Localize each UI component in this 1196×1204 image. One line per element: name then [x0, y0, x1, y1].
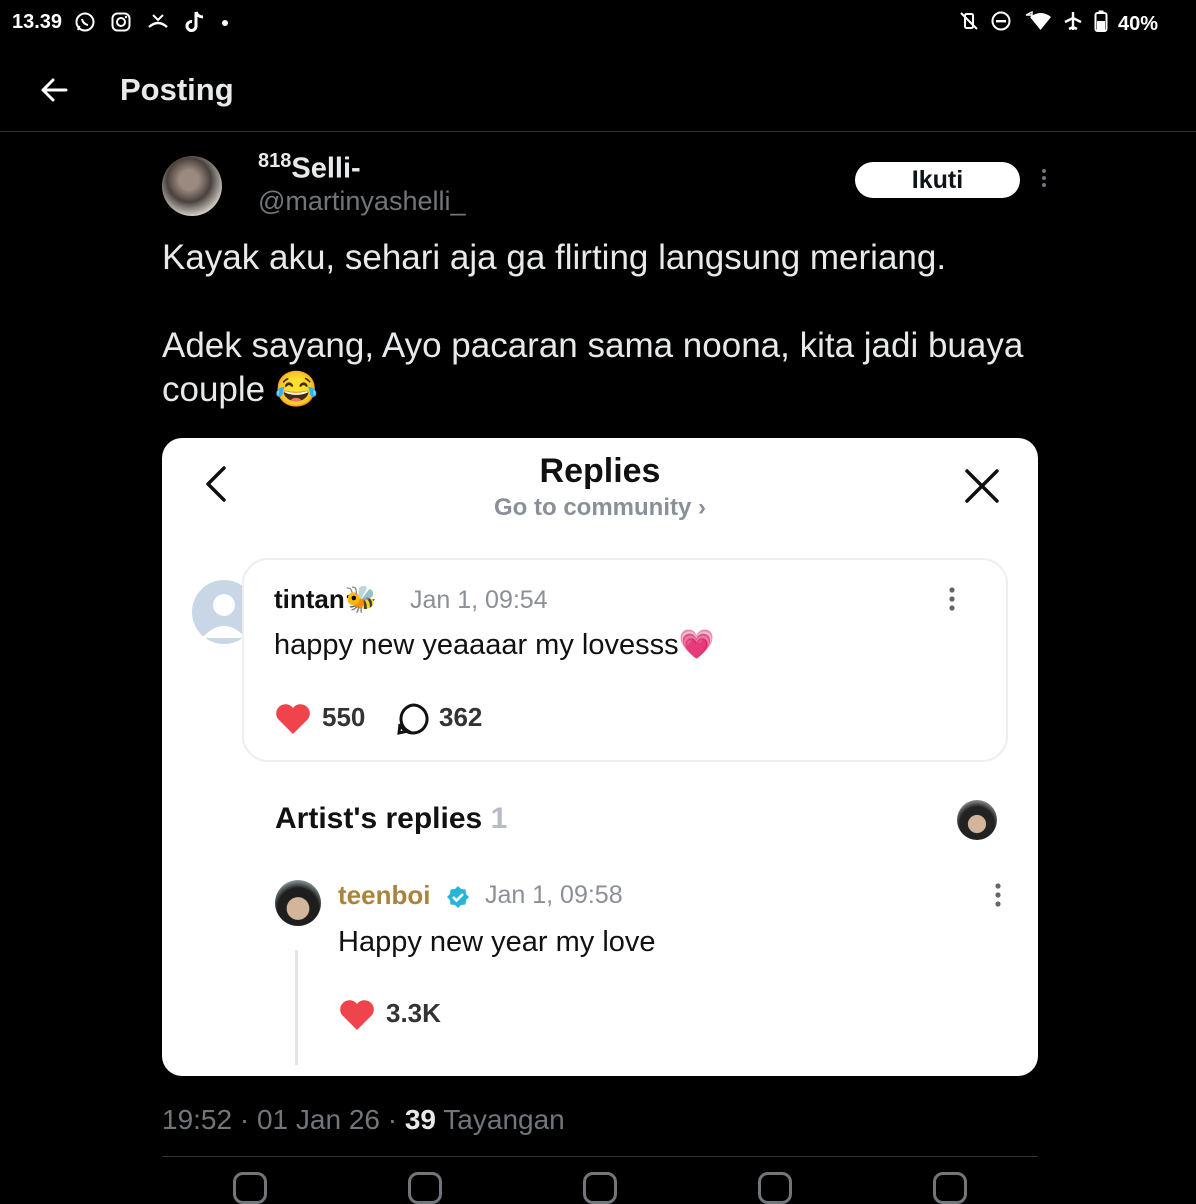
share-action-icon[interactable] [933, 1172, 968, 1204]
more-options-button[interactable] [1032, 166, 1056, 194]
author-display-name: Selli- [291, 152, 361, 185]
tiktok-icon [184, 10, 206, 40]
bookmark-action-icon[interactable] [758, 1172, 793, 1204]
top-app-bar: Posting [0, 46, 1196, 132]
post-text-line-2: Adek sayang, Ayo pacaran sama noona, kit… [162, 326, 1024, 409]
artist-mini-avatar [957, 800, 997, 840]
back-button[interactable] [36, 72, 72, 108]
artist-replies-heading: Artist's replies 1 [275, 802, 507, 836]
reply-text: happy new yeaaaar my lovesss💗 [274, 629, 715, 661]
artist-username: teenboi [338, 880, 431, 910]
artist-replies-count: 1 [490, 802, 508, 835]
notification-icons [74, 10, 230, 40]
reply-username: tintan🐝 [274, 584, 378, 614]
artist-reply-timestamp: Jan 1, 09:58 [485, 881, 623, 909]
whatsapp-icon [74, 11, 96, 39]
card-title: Replies [539, 452, 661, 490]
instagram-icon [110, 11, 132, 39]
view-label[interactable]: Tayangan [443, 1104, 564, 1135]
reply-timestamp: Jan 1, 09:54 [410, 586, 548, 614]
post-time: 19:52 [162, 1104, 233, 1135]
view-count: 39 [404, 1104, 437, 1135]
attached-image[interactable]: Replies Go to community › tintan🐝 Jan 1,… [162, 438, 1038, 1076]
repost-action-icon[interactable] [407, 1172, 442, 1204]
clock: 13.39 [12, 11, 63, 33]
author-handle[interactable]: @martinyashelli_ [258, 186, 465, 217]
follow-button[interactable]: Ikuti [855, 162, 1020, 198]
comment-bubble-icon [397, 703, 429, 735]
battery-level: 40% [1117, 13, 1158, 35]
go-to-community-link: Go to community › [494, 494, 706, 521]
like-action-icon[interactable] [582, 1172, 617, 1204]
heart-icon [340, 1000, 374, 1030]
post-metadata: 19:52 · 01 Jan 26 · 39 Tayangan [162, 1104, 565, 1135]
divider [162, 1156, 1038, 1157]
artist-reply-more-icon [994, 882, 1002, 915]
mute-vibrate-icon [958, 10, 980, 38]
close-icon [965, 469, 999, 503]
fan-reply: tintan🐝 Jan 1, 09:54 happy new yeaaaar m… [242, 558, 1008, 762]
wifi-icon [1022, 10, 1052, 38]
page-title: Posting [120, 72, 234, 107]
reply-more-icon [948, 586, 956, 612]
action-bar [162, 1172, 1038, 1204]
post-text: Kayak aku, sehari aja ga flirting langsu… [162, 236, 1042, 412]
heart-icon [276, 704, 310, 734]
more-vertical-icon [1042, 169, 1046, 187]
artist-reply-like-count: 3.3K [386, 998, 441, 1028]
battery-icon [1094, 10, 1108, 38]
artist-replies-label: Artist's replies [275, 802, 483, 835]
thread-line [295, 950, 298, 1065]
reply-action-icon[interactable] [232, 1172, 267, 1204]
status-bar: 13.39 40% [0, 0, 1196, 46]
post-text-line-1: Kayak aku, sehari aja ga flirting langsu… [162, 238, 947, 277]
airplane-icon [1062, 10, 1084, 38]
reply-like-count: 550 [322, 702, 366, 732]
artist-avatar [275, 880, 321, 926]
verified-badge-icon [447, 886, 469, 908]
system-icons: 40% [958, 10, 1158, 38]
missed-call-icon [146, 11, 170, 39]
author-name[interactable]: 818Selli- [258, 150, 361, 186]
arrow-left-icon [41, 78, 68, 102]
author-avatar[interactable] [162, 156, 222, 216]
artist-reply-text: Happy new year my love [338, 926, 656, 958]
dot-icon [220, 11, 230, 39]
author-name-prefix: 818 [258, 150, 292, 172]
reply-comment-count: 362 [439, 702, 483, 732]
do-not-disturb-icon [990, 10, 1012, 38]
post-date: 01 Jan 26 [256, 1104, 380, 1135]
